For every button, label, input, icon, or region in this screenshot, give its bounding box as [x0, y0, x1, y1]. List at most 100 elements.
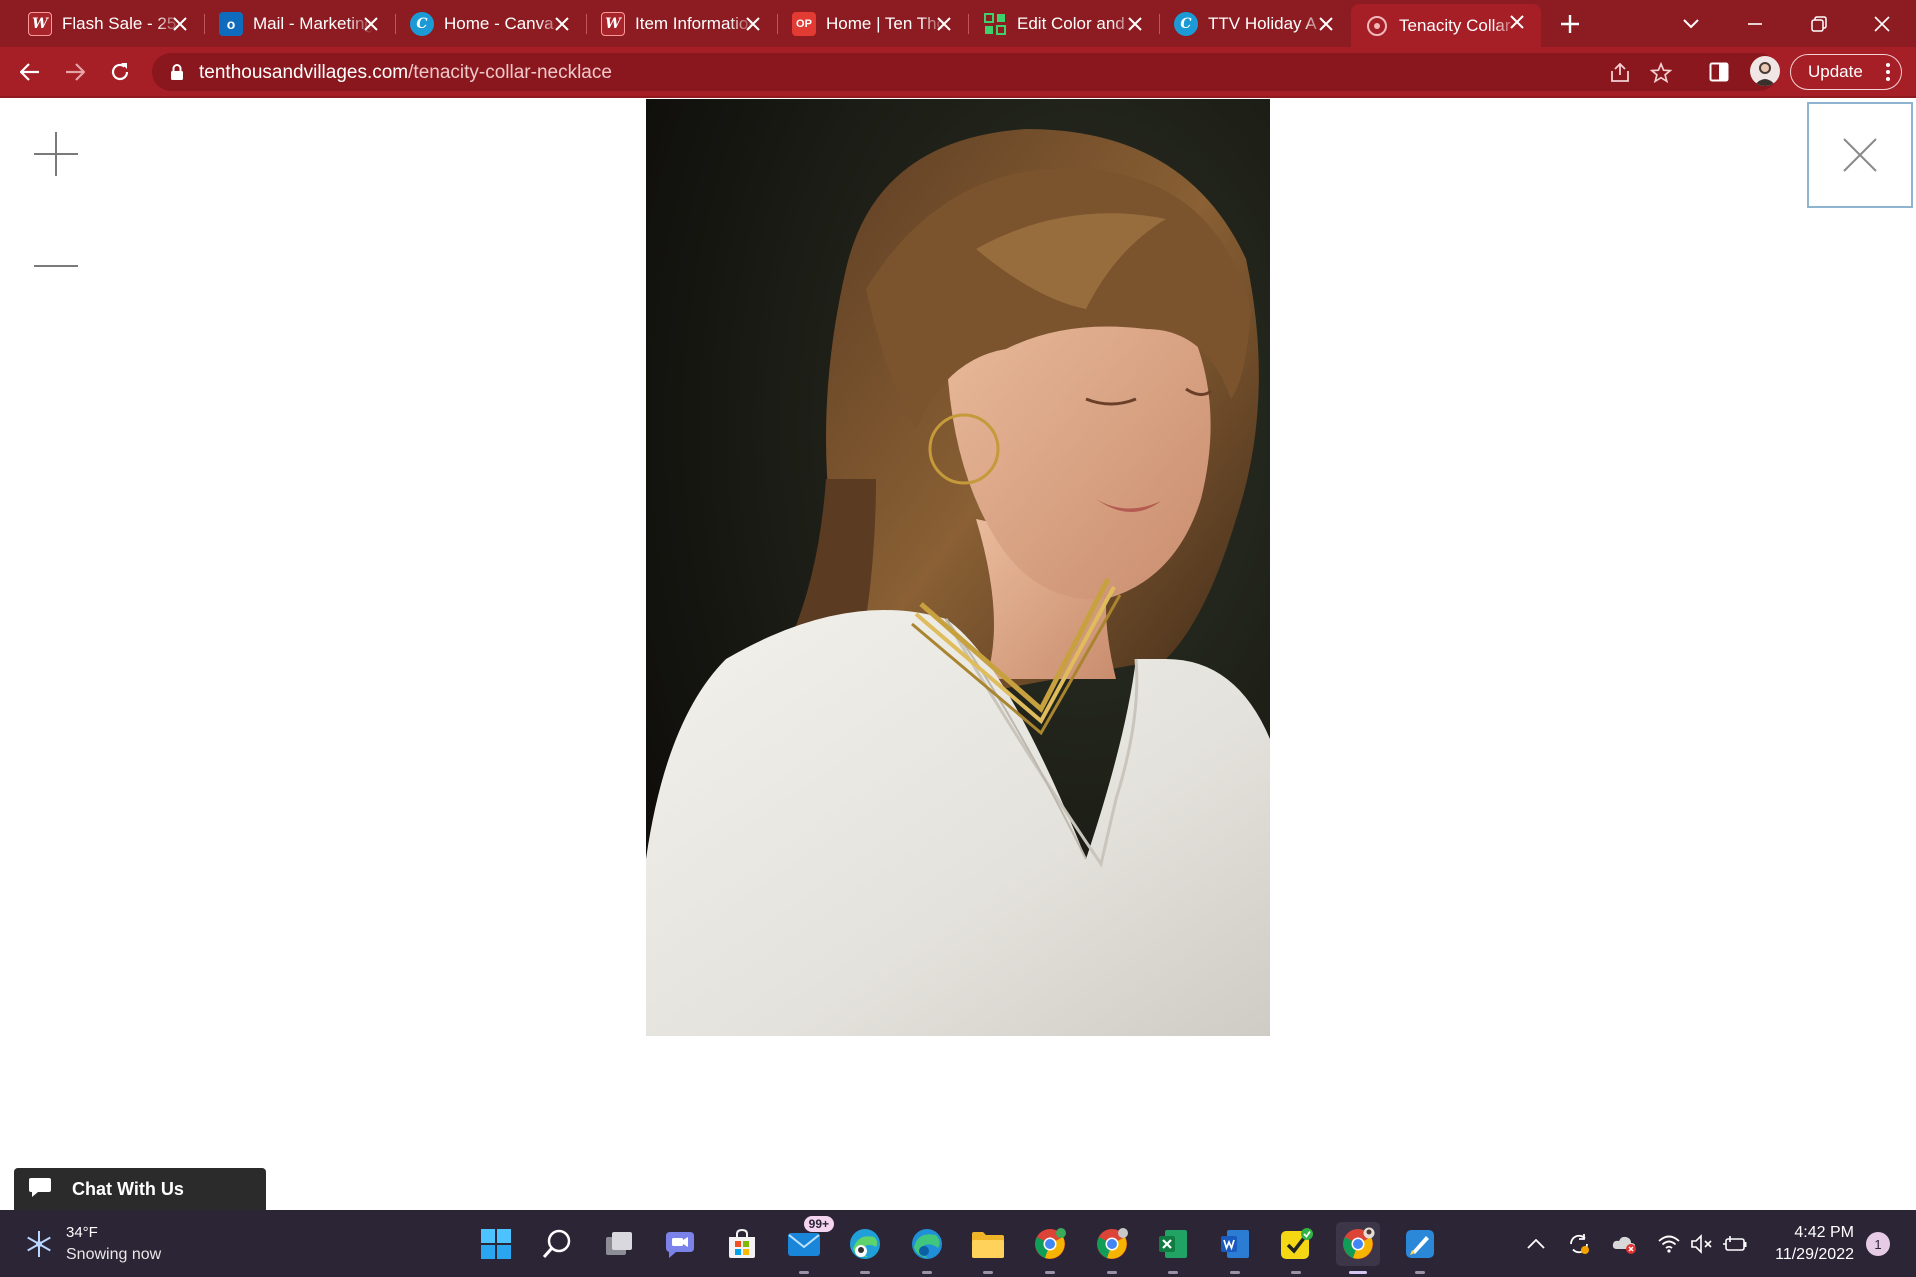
ten-thousand-villages-favicon-icon	[1365, 14, 1389, 38]
running-indicator	[1168, 1271, 1178, 1274]
edge-browser-icon[interactable]	[905, 1222, 949, 1274]
excel-icon[interactable]	[1151, 1222, 1195, 1274]
weather-widget[interactable]: 34°F Snowing now	[24, 1222, 161, 1266]
tab-flash-sale[interactable]: W Flash Sale - 25	[14, 6, 204, 42]
model-wearing-necklace-image	[646, 99, 1270, 1036]
browser-toolbar: tenthousandvillages.com/tenacity-collar-…	[0, 47, 1916, 98]
tab-close-icon[interactable]	[1123, 12, 1147, 36]
running-indicator	[860, 1271, 870, 1274]
show-hidden-icons-chevron-up-icon[interactable]	[1522, 1230, 1550, 1258]
running-indicator	[1045, 1271, 1055, 1274]
restore-window-icon[interactable]	[1805, 10, 1833, 38]
more-vertical-icon[interactable]	[1885, 62, 1891, 87]
mail-unread-badge: 99+	[803, 1216, 834, 1232]
close-icon	[1843, 138, 1877, 172]
bookmark-star-icon[interactable]	[1649, 61, 1673, 85]
search-icon[interactable]	[535, 1222, 579, 1266]
volume-muted-icon[interactable]	[1688, 1230, 1716, 1258]
tab-search-chevron-down-icon[interactable]	[1677, 10, 1705, 38]
tab-canva-home[interactable]: C Home - Canva	[396, 6, 586, 42]
running-indicator	[799, 1271, 809, 1274]
tab-close-icon[interactable]	[359, 12, 383, 36]
wifi-icon[interactable]	[1655, 1230, 1683, 1258]
chat-with-us-button[interactable]: Chat With Us	[14, 1168, 266, 1210]
system-clock[interactable]: 4:42 PM 11/29/2022	[1764, 1222, 1854, 1266]
file-explorer-icon[interactable]	[966, 1222, 1010, 1274]
minimize-icon[interactable]	[1741, 10, 1769, 38]
outlook-favicon-icon: o	[219, 12, 243, 36]
start-windows-icon[interactable]	[474, 1222, 518, 1266]
op-favicon-icon: OP	[792, 12, 816, 36]
tab-close-icon[interactable]	[932, 12, 956, 36]
forward-arrow-icon[interactable]	[60, 57, 90, 87]
onedrive-error-icon[interactable]	[1610, 1230, 1638, 1258]
windows-taskbar: 34°F Snowing now 99+ 4:42 PM 11/29/2022 …	[0, 1210, 1916, 1277]
running-indicator	[1415, 1271, 1425, 1274]
tab-tenacity-collar[interactable]: Tenacity Collar	[1351, 4, 1541, 47]
ten-thousand-villages-favicon-icon: W	[601, 12, 625, 36]
chrome-profile-2-icon[interactable]	[1090, 1222, 1134, 1274]
address-bar[interactable]: tenthousandvillages.com/tenacity-collar-…	[152, 53, 1778, 91]
tab-close-icon[interactable]	[550, 12, 574, 36]
close-window-icon[interactable]	[1868, 10, 1896, 38]
chat-label: Chat With Us	[72, 1178, 184, 1199]
tab-title: Home | Ten Thousand	[826, 14, 946, 33]
chat-bubble-icon	[28, 1176, 52, 1203]
notification-count-badge[interactable]: 1	[1866, 1232, 1890, 1256]
edge-profile-icon[interactable]	[843, 1222, 887, 1274]
product-photo	[646, 99, 1270, 1036]
canva-favicon-icon: C	[410, 12, 434, 36]
canva-favicon-icon: C	[1174, 12, 1198, 36]
microsoft-store-icon[interactable]	[720, 1222, 764, 1266]
tab-close-icon[interactable]	[741, 12, 765, 36]
tab-home-ten-thousand[interactable]: OP Home | Ten Thousand	[778, 6, 968, 42]
tab-edit-color[interactable]: Edit Color and	[969, 6, 1159, 42]
running-indicator	[1349, 1271, 1367, 1274]
ten-thousand-villages-favicon-icon: W	[28, 12, 52, 36]
task-view-icon[interactable]	[597, 1222, 641, 1266]
zoom-in-button[interactable]	[26, 124, 86, 184]
tab-ttv-holiday[interactable]: C TTV Holiday A	[1160, 6, 1350, 42]
word-icon[interactable]	[1213, 1222, 1257, 1274]
tab-item-information[interactable]: W Item Information	[587, 6, 777, 42]
grid-app-favicon-icon	[983, 12, 1007, 36]
tab-title: TTV Holiday A	[1208, 14, 1317, 33]
chrome-profile-1-icon[interactable]	[1028, 1222, 1072, 1274]
lightbox-close-button[interactable]	[1807, 102, 1913, 208]
lock-icon[interactable]	[170, 63, 184, 86]
zoom-out-button[interactable]	[26, 236, 86, 296]
weather-temperature: 34°F	[66, 1224, 98, 1241]
new-tab-plus-icon[interactable]	[1556, 10, 1584, 38]
battery-charging-icon[interactable]	[1721, 1230, 1749, 1258]
back-arrow-icon[interactable]	[15, 57, 45, 87]
profile-avatar[interactable]	[1750, 56, 1780, 86]
tab-title: Mail - Marketing	[253, 14, 373, 33]
tab-mail[interactable]: o Mail - Marketing	[205, 6, 395, 42]
running-indicator	[922, 1271, 932, 1274]
running-indicator	[983, 1271, 993, 1274]
chrome-active-icon[interactable]	[1336, 1222, 1380, 1274]
tab-close-icon[interactable]	[1505, 10, 1529, 34]
tab-title: Edit Color and	[1017, 14, 1125, 33]
weather-condition: Snowing now	[66, 1246, 162, 1263]
reload-icon[interactable]	[105, 57, 135, 87]
side-panel-icon[interactable]	[1705, 58, 1733, 86]
update-button[interactable]: Update	[1790, 54, 1902, 90]
tab-title: Item Information	[635, 14, 755, 33]
url-domain: tenthousandvillages.com	[199, 62, 409, 83]
running-indicator	[1291, 1271, 1301, 1274]
norton-check-icon[interactable]	[1274, 1222, 1318, 1274]
tab-title: Home - Canva	[444, 14, 554, 33]
tab-close-icon[interactable]	[1314, 12, 1338, 36]
paint-app-icon[interactable]	[1398, 1222, 1442, 1274]
clock-time: 4:42 PM	[1794, 1224, 1854, 1241]
mail-icon[interactable]: 99+	[782, 1216, 834, 1274]
share-icon[interactable]	[1608, 61, 1632, 85]
tab-close-icon[interactable]	[168, 12, 192, 36]
plus-icon	[34, 132, 78, 176]
tab-title: Tenacity Collar	[1399, 15, 1511, 35]
sync-icon[interactable]	[1565, 1230, 1593, 1258]
url-text[interactable]: tenthousandvillages.com/tenacity-collar-…	[199, 62, 612, 84]
tab-title: Flash Sale - 25	[62, 14, 177, 33]
teams-chat-icon[interactable]	[658, 1222, 702, 1266]
